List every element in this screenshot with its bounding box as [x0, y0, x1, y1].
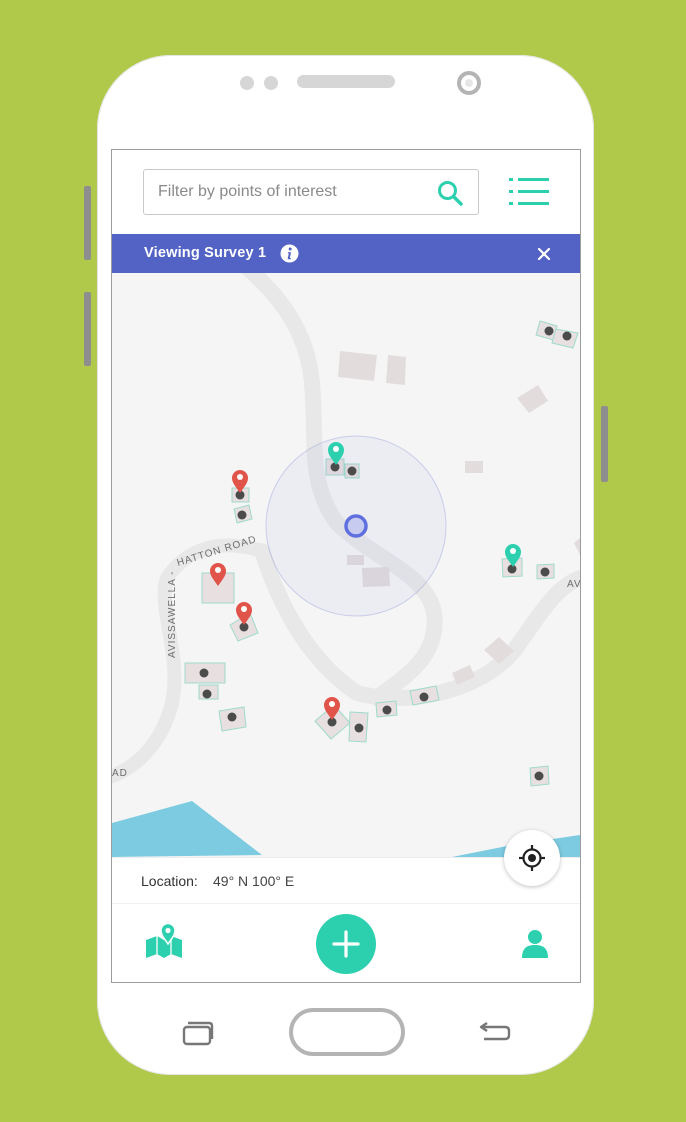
sensor-dot — [264, 76, 278, 90]
add-button[interactable] — [316, 914, 376, 974]
back-icon[interactable] — [478, 1018, 512, 1044]
info-icon[interactable] — [280, 244, 299, 263]
survey-point[interactable] — [199, 668, 209, 678]
home-button[interactable] — [289, 1008, 405, 1056]
road-label: AV — [567, 579, 580, 590]
survey-point[interactable] — [382, 705, 392, 715]
road — [112, 538, 269, 784]
survey-point[interactable] — [237, 510, 247, 520]
search-box — [143, 169, 479, 215]
survey-point[interactable] — [354, 723, 364, 733]
road-label: AVISSAWELLA - — [167, 571, 178, 658]
map-canvas[interactable]: HATTON ROAD AVISSAWELLA - AD AV — [112, 273, 580, 857]
locate-me-button[interactable] — [504, 830, 560, 886]
user-icon[interactable] — [521, 929, 549, 959]
survey-point[interactable] — [419, 692, 429, 702]
volume-up-button[interactable] — [84, 186, 91, 260]
crosshair-icon — [519, 845, 545, 871]
top-bar — [112, 150, 580, 234]
search-icon[interactable] — [436, 179, 464, 207]
pin-center — [329, 701, 335, 707]
survey-point[interactable] — [534, 771, 544, 781]
survey-point[interactable] — [227, 712, 237, 722]
pin-center — [510, 548, 516, 554]
survey-title: Viewing Survey 1 — [144, 245, 267, 261]
pin-center — [241, 606, 247, 612]
app-screen: Viewing Survey 1 — [111, 149, 581, 983]
close-icon[interactable] — [536, 246, 552, 262]
survey-point[interactable] — [544, 326, 554, 336]
search-input[interactable] — [144, 170, 438, 214]
pin-center — [215, 567, 221, 573]
volume-down-button[interactable] — [84, 292, 91, 366]
front-camera — [457, 71, 481, 95]
pin-center — [237, 474, 243, 480]
survey-point[interactable] — [562, 331, 572, 341]
survey-point[interactable] — [540, 567, 550, 577]
location-label: Location: — [141, 873, 198, 889]
power-button[interactable] — [601, 406, 608, 482]
survey-point[interactable] — [202, 689, 212, 699]
earpiece-speaker — [297, 75, 395, 88]
pin-center — [333, 446, 339, 452]
current-location-marker[interactable] — [344, 514, 368, 538]
survey-point[interactable] — [330, 462, 340, 472]
location-value: 49° N 100° E — [213, 873, 295, 889]
bottom-nav — [112, 903, 580, 982]
survey-point[interactable] — [507, 564, 517, 574]
plus-icon — [332, 930, 360, 958]
survey-banner: Viewing Survey 1 — [112, 234, 580, 273]
sensor-dot — [240, 76, 254, 90]
survey-map[interactable]: HATTON ROAD AVISSAWELLA - AD AV — [112, 273, 580, 857]
road-label: AD — [112, 768, 128, 779]
survey-point[interactable] — [347, 466, 357, 476]
water-area — [112, 801, 262, 857]
list-menu-icon[interactable] — [509, 176, 549, 208]
recent-apps-icon[interactable] — [182, 1020, 214, 1046]
map-pin-icon[interactable] — [144, 922, 184, 960]
